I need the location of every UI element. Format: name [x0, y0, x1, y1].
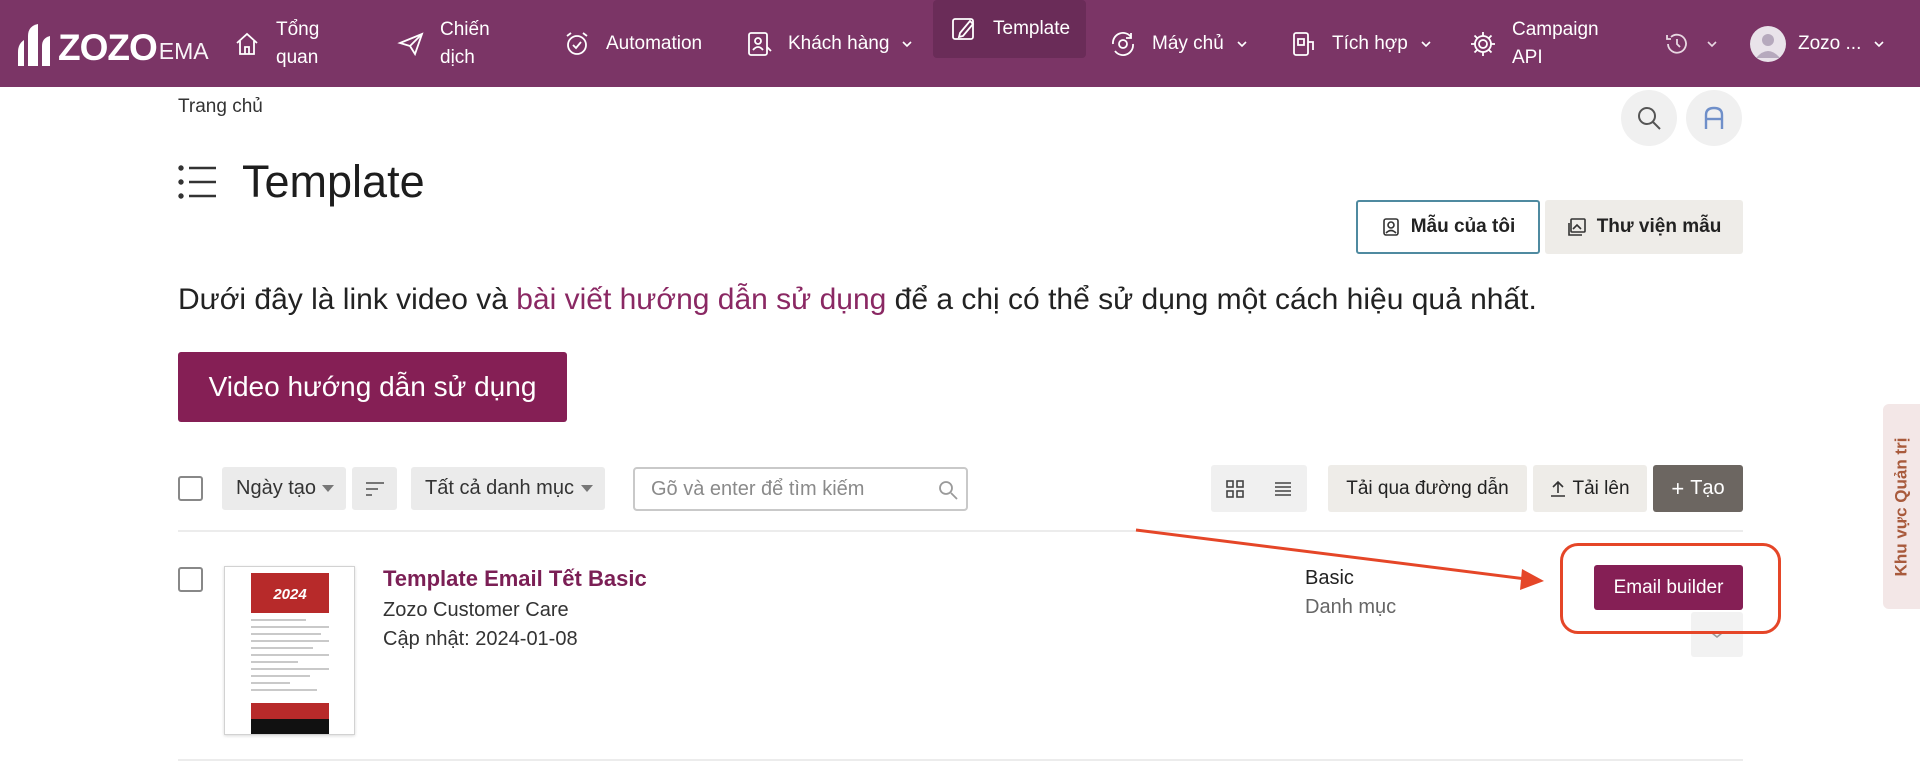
upload-button[interactable]: Tải lên [1533, 465, 1647, 512]
chevron-down-icon [1711, 631, 1723, 638]
admin-area-label: Khu vực Quản trị [1891, 437, 1911, 576]
plus-icon: + [1671, 475, 1685, 501]
user-menu[interactable]: Zozo ... [1750, 0, 1885, 87]
admin-area-tab[interactable]: Khu vực Quản trị [1883, 404, 1920, 609]
nav-item-servers[interactable]: Máy chủ [1108, 0, 1248, 87]
more-options-button[interactable] [1691, 612, 1743, 657]
nav-item-campaign-api[interactable]: Campaign API [1468, 0, 1599, 87]
page-header: Template [178, 152, 425, 212]
brand-logo[interactable]: ZOZO EMA [14, 18, 209, 68]
template-author: Zozo Customer Care [383, 599, 569, 621]
row-checkbox[interactable] [178, 567, 203, 592]
chevron-down-icon [1237, 40, 1247, 47]
nav-item-automation[interactable]: Automation [562, 0, 702, 87]
nav-item-template[interactable]: Template [933, 0, 1087, 58]
thumbnail-footer-dark [251, 719, 329, 734]
contacts-icon [744, 29, 774, 59]
caret-down-icon [581, 485, 593, 492]
alarm-clock-icon [562, 29, 592, 59]
nav-item-integrations[interactable]: Tích hợp [1288, 0, 1432, 87]
search-icon [1638, 107, 1661, 130]
select-all-checkbox[interactable] [178, 476, 203, 501]
gear-cog-icon [1468, 29, 1498, 59]
app-logo-icon [1704, 106, 1724, 129]
search-box [633, 467, 968, 511]
nav-item-customers[interactable]: Khách hàng [744, 0, 913, 87]
sort-order-button[interactable] [352, 467, 397, 510]
grid-icon [1226, 479, 1244, 498]
row-divider [178, 759, 1743, 761]
category-value: Tất cả danh mục [425, 477, 574, 499]
view-toggle [1211, 465, 1307, 512]
server-sync-icon [1108, 29, 1138, 59]
logo-mark-icon [18, 24, 50, 66]
template-category: Basic [1305, 567, 1354, 589]
chevron-down-icon [902, 40, 912, 47]
search-button[interactable] [1621, 90, 1677, 146]
thumbnail-text-lines [251, 619, 329, 696]
history-icon [1662, 29, 1692, 59]
template-updated-date: Cập nhật: 2024-01-08 [383, 628, 578, 650]
sort-by-select[interactable]: Ngày tạo [222, 467, 346, 510]
template-name-link[interactable]: Template Email Tết Basic [383, 566, 647, 592]
user-avatar-icon [1750, 25, 1786, 62]
create-label: Tạo [1690, 477, 1725, 499]
app-badge-button[interactable] [1686, 90, 1742, 146]
list-lines-icon [1275, 481, 1291, 496]
nav-label: Tích hợp [1332, 32, 1408, 54]
search-input[interactable] [635, 469, 915, 509]
template-category-label: Danh mục [1305, 596, 1397, 618]
intro-text-after: để a chị có thể sử dụng một cách hiệu qu… [886, 283, 1537, 316]
nav-label: Template [993, 18, 1071, 39]
caret-down-icon [322, 485, 334, 492]
import-from-link-button[interactable]: Tải qua đường dẫn [1328, 465, 1527, 512]
list-divider [178, 530, 1743, 532]
tab-template-library[interactable]: Thư viện mẫu [1545, 200, 1743, 254]
sort-by-value: Ngày tạo [236, 477, 317, 499]
logo-subtext: EMA [158, 38, 209, 64]
upload-label: Tải lên [1572, 477, 1630, 499]
chevron-down-icon [1874, 40, 1884, 47]
tab-label: Mẫu của tôi [1410, 216, 1516, 237]
grid-view-button[interactable] [1211, 465, 1259, 512]
page-title: Template [242, 156, 425, 207]
breadcrumb[interactable]: Trang chủ [178, 96, 263, 118]
category-select[interactable]: Tất cả danh mục [411, 467, 605, 510]
portrait-icon [1382, 218, 1399, 236]
pen-square-icon [949, 14, 979, 44]
search-icon[interactable] [938, 480, 958, 500]
nav-label: Tổng quan [276, 18, 320, 68]
user-name: Zozo ... [1798, 32, 1862, 54]
upload-icon [1551, 480, 1566, 497]
top-navbar: ZOZO EMA Tổng quan Chiến dịch Automation… [0, 0, 1920, 87]
nav-label: Automation [606, 32, 703, 54]
home-icon [232, 29, 262, 59]
list-view-button[interactable] [1259, 465, 1307, 512]
nav-item-overview[interactable]: Tổng quan [232, 0, 319, 87]
list-icon [178, 165, 216, 199]
nav-label: Máy chủ [1152, 32, 1224, 54]
video-guide-button[interactable]: Video hướng dẫn sử dụng [178, 352, 567, 422]
email-builder-button[interactable]: Email builder [1594, 565, 1743, 610]
nav-label: Campaign API [1512, 18, 1599, 68]
paper-plane-icon [396, 29, 426, 59]
nav-label: Khách hàng [788, 32, 890, 54]
tab-my-templates[interactable]: Mẫu của tôi [1356, 200, 1540, 254]
guide-article-link[interactable]: bài viết hướng dẫn sử dụng [516, 283, 886, 316]
thumbnail-banner: 2024 [251, 573, 329, 613]
nav-label: Chiến dịch [440, 18, 490, 68]
tab-label: Thư viện mẫu [1596, 216, 1722, 237]
chevron-down-icon [1421, 40, 1431, 47]
intro-text-before: Dưới đây là link video và [178, 283, 517, 316]
chevron-down-icon [1707, 40, 1717, 47]
logo-text: ZOZO [58, 27, 158, 68]
image-gallery-icon [1567, 218, 1586, 236]
nav-item-campaigns[interactable]: Chiến dịch [396, 0, 490, 87]
template-thumbnail[interactable]: 2024 [224, 566, 355, 735]
create-button[interactable]: + Tạo [1653, 465, 1743, 512]
history-dropdown[interactable] [1662, 0, 1718, 87]
intro-text: Dưới đây là link video và bài viết hướng… [178, 283, 1537, 317]
integration-icon [1288, 29, 1318, 59]
sort-lines-icon [365, 481, 384, 496]
